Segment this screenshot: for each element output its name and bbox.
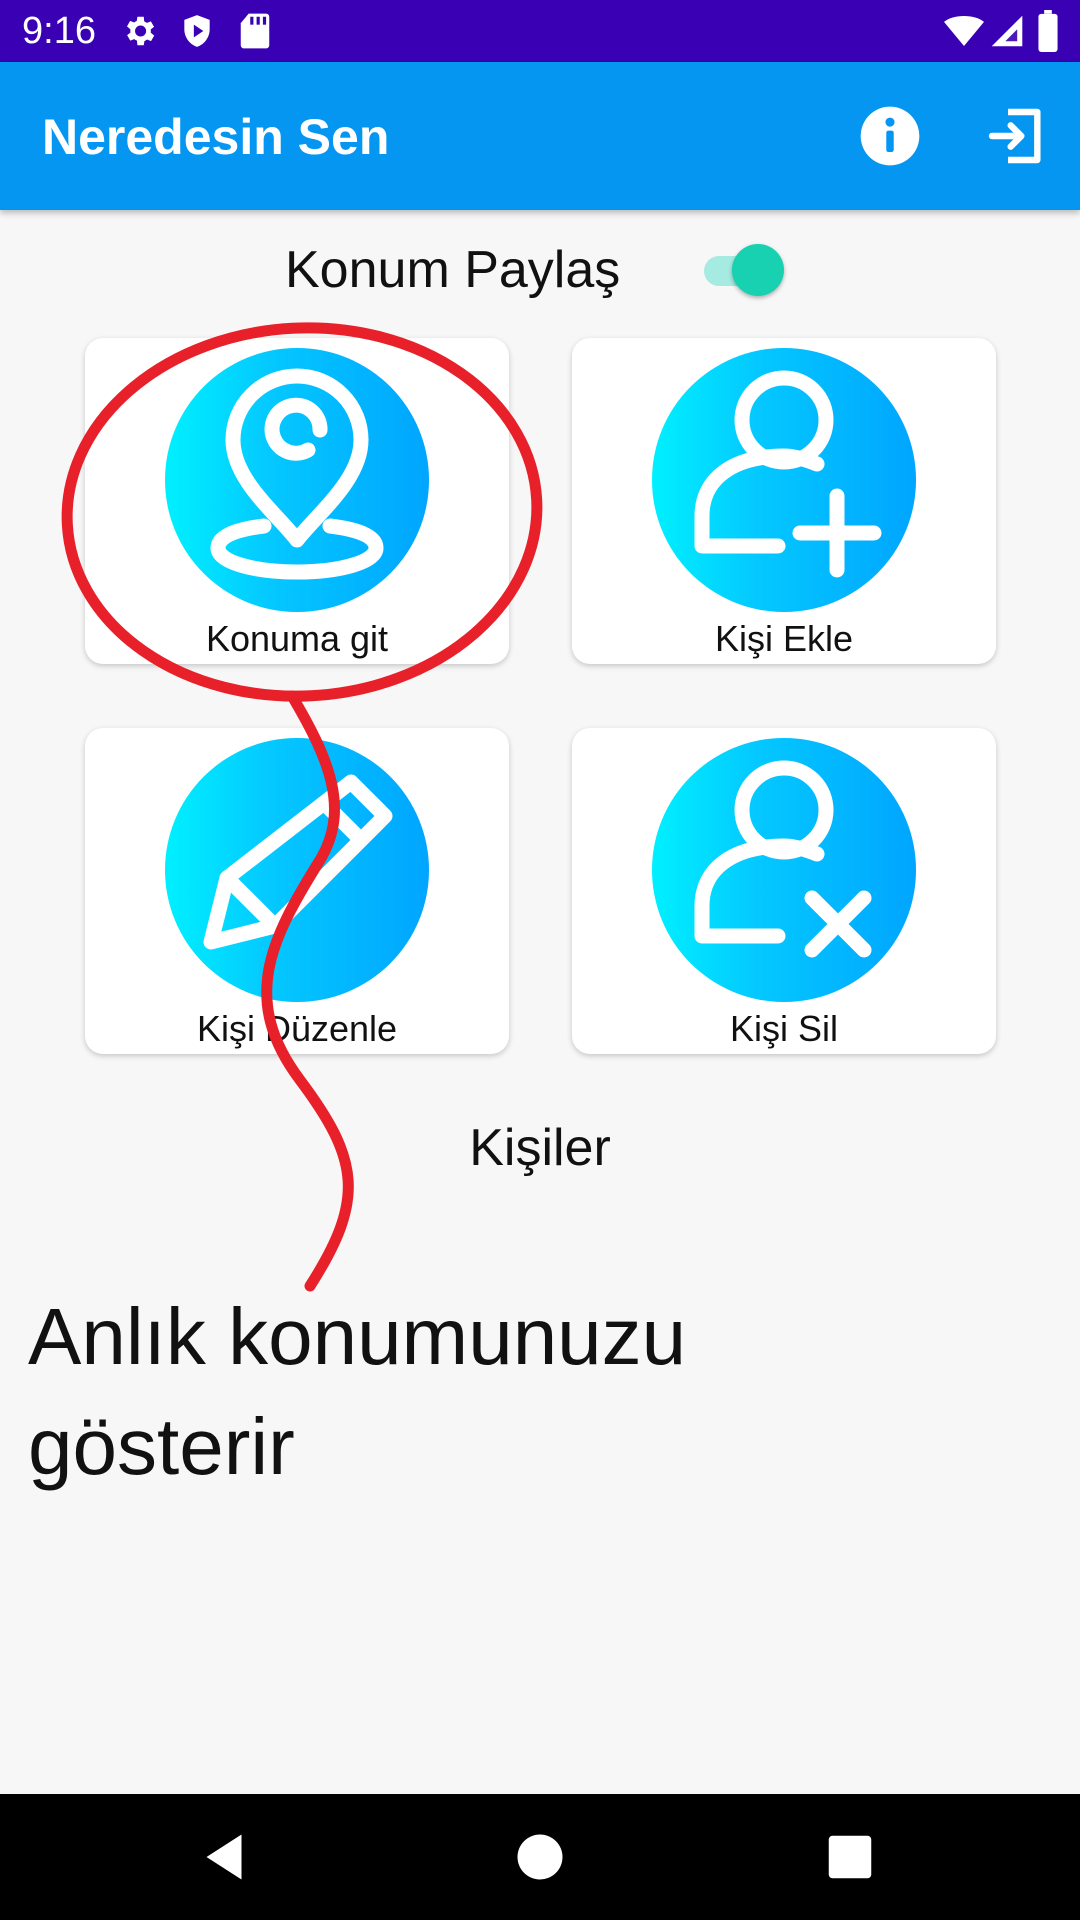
status-bar: 9:16 (0, 0, 1080, 62)
edit-person-card[interactable]: Kişi Düzenle (85, 728, 509, 1054)
app-bar: Neredesin Sen (0, 62, 1080, 210)
wifi-icon (944, 16, 984, 46)
recents-icon[interactable] (820, 1827, 880, 1887)
sd-card-icon (240, 13, 270, 49)
contacts-heading: Kişiler (469, 1119, 611, 1177)
go-to-location-label: Konuma git (205, 618, 389, 659)
battery-icon (1038, 10, 1058, 52)
delete-person-card[interactable]: Kişi Sil (572, 728, 996, 1054)
annotation-line-2: gösterir (28, 1402, 295, 1491)
add-person-icon-circle (652, 348, 916, 612)
exit-icon[interactable] (984, 104, 1048, 168)
settings-icon (126, 16, 155, 46)
go-to-location-card[interactable]: Konuma git (85, 338, 509, 664)
location-share-toggle[interactable] (700, 242, 790, 298)
pencil-icon (203, 774, 393, 950)
app-title: Neredesin Sen (42, 109, 390, 165)
edit-person-label: Kişi Düzenle (196, 1008, 398, 1049)
status-time: 9:16 (22, 10, 96, 52)
play-protect-icon (184, 15, 210, 47)
back-icon[interactable] (194, 1827, 254, 1887)
add-person-card[interactable]: Kişi Ekle (572, 338, 996, 664)
delete-person-icon-circle (652, 738, 916, 1002)
delete-person-label: Kişi Sil (729, 1008, 839, 1049)
location-share-label: Konum Paylaş (285, 241, 621, 299)
annotation-line-1: Anlık konumunuzu (28, 1292, 687, 1381)
location-pin-icon (210, 368, 384, 580)
go-to-location-icon-circle (165, 348, 429, 612)
toggle-knob (732, 244, 784, 296)
annotation-text: Anlık konumunuzu gösterir (28, 1282, 928, 1502)
remove-person-icon (694, 760, 872, 958)
home-icon[interactable] (510, 1827, 570, 1887)
navigation-bar (0, 1794, 1080, 1920)
info-icon[interactable] (858, 104, 922, 168)
add-person-label: Kişi Ekle (714, 618, 854, 659)
signal-icon (991, 15, 1023, 47)
add-person-icon (694, 370, 882, 578)
edit-person-icon-circle (165, 738, 429, 1002)
